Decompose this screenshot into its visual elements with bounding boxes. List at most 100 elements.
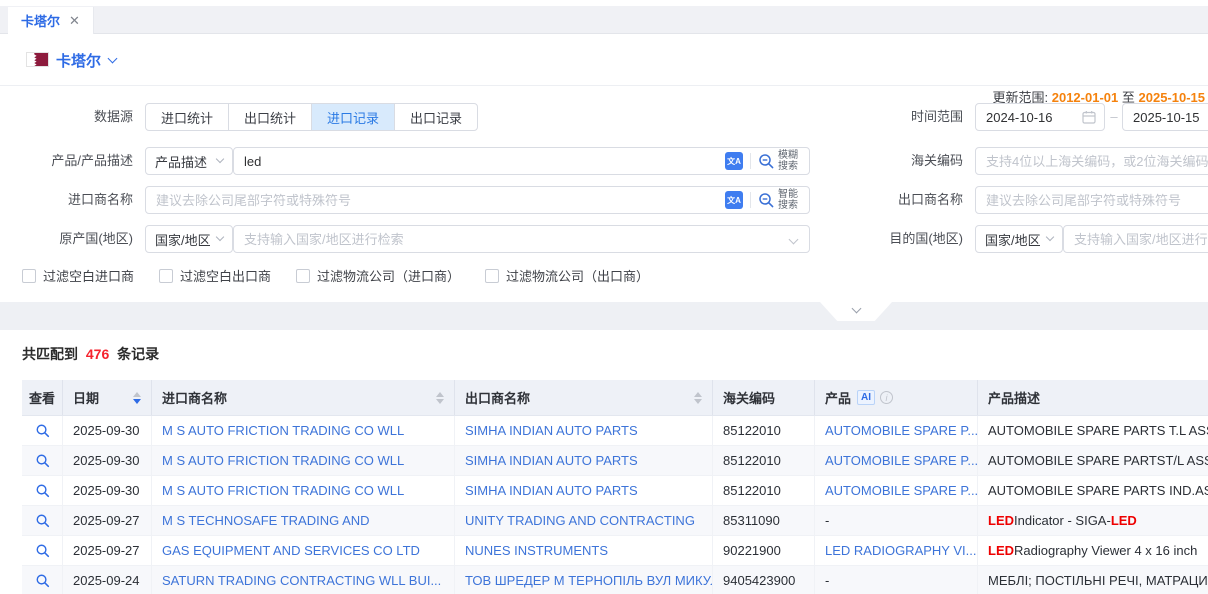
- column-label: 进口商名称: [162, 388, 227, 407]
- sort-desc-icon[interactable]: [694, 399, 702, 404]
- sort-control[interactable]: [688, 392, 702, 404]
- product-value[interactable]: AUTOMOBILE SPARE P...: [825, 453, 978, 468]
- date-cell: 2025-09-27: [63, 536, 152, 565]
- datasource-option[interactable]: 出口统计: [228, 103, 312, 131]
- importer-link[interactable]: M S AUTO FRICTION TRADING CO WLL: [162, 453, 404, 468]
- table-row: 2025-09-27 M S TECHNOSAFE TRADING AND UNIT…: [22, 506, 1208, 536]
- destination-country-field[interactable]: [1063, 225, 1208, 253]
- hs-code-label: 海关编码: [830, 147, 963, 175]
- header-divider: [0, 85, 1208, 86]
- filter-checkbox[interactable]: 过滤物流公司（进口商）: [296, 266, 460, 285]
- product-search-input[interactable]: [234, 154, 725, 169]
- view-record-icon[interactable]: [35, 453, 50, 468]
- destination-country-input[interactable]: [1064, 232, 1208, 247]
- product-type-value: 产品描述: [155, 152, 207, 171]
- product-value[interactable]: LED RADIOGRAPHY VI...: [825, 543, 976, 558]
- exporter-field[interactable]: [975, 186, 1208, 214]
- column-header[interactable]: 日期: [63, 380, 152, 415]
- exporter-link[interactable]: SIMHA INDIAN AUTO PARTS: [465, 453, 638, 468]
- date-from-field[interactable]: [975, 103, 1105, 131]
- checkbox-icon[interactable]: [485, 269, 499, 283]
- filter-checkbox[interactable]: 过滤空白出口商: [159, 266, 271, 285]
- sort-control[interactable]: [430, 392, 444, 404]
- view-record-icon[interactable]: [35, 483, 50, 498]
- checkbox-icon[interactable]: [22, 269, 36, 283]
- importer-search-field[interactable]: 文A 智能搜索: [145, 186, 810, 214]
- smart-search-label[interactable]: 智能搜索: [778, 189, 801, 212]
- exporter-link[interactable]: ТОВ ШРЕДЕР М ТЕРНОПІЛЬ ВУЛ МИКУЛИ...: [465, 573, 713, 588]
- view-record-icon[interactable]: [35, 543, 50, 558]
- product-cell: AUTOMOBILE SPARE P...: [815, 416, 978, 445]
- description-text: Radiography Viewer 4 x 16 inch: [1014, 543, 1197, 558]
- product-search-field[interactable]: 文A 模糊搜索: [233, 147, 810, 175]
- sort-asc-icon[interactable]: [436, 392, 444, 397]
- column-header[interactable]: 出口商名称: [455, 380, 713, 415]
- fuzzy-search-icon[interactable]: [758, 153, 775, 170]
- filter-checkbox[interactable]: 过滤空白进口商: [22, 266, 134, 285]
- date-to-field[interactable]: [1122, 103, 1208, 131]
- column-header[interactable]: 进口商名称: [152, 380, 455, 415]
- translate-icon[interactable]: 文A: [725, 152, 743, 170]
- exporter-link[interactable]: SIMHA INDIAN AUTO PARTS: [465, 483, 638, 498]
- view-record-icon[interactable]: [35, 573, 50, 588]
- collapse-panel-button[interactable]: [820, 302, 892, 321]
- destination-type-select[interactable]: 国家/地区: [975, 225, 1063, 253]
- chevron-down-icon: [108, 54, 118, 64]
- origin-type-value: 国家/地区: [155, 230, 211, 249]
- chevron-down-icon: [216, 233, 224, 241]
- description-cell: LED Indicator - SIGA-LED: [978, 506, 1208, 535]
- info-icon[interactable]: i: [880, 391, 893, 404]
- datasource-option[interactable]: 进口记录: [311, 103, 395, 131]
- view-record-icon[interactable]: [35, 423, 50, 438]
- product-type-select[interactable]: 产品描述: [145, 147, 233, 175]
- filter-checkbox[interactable]: 过滤物流公司（出口商）: [485, 266, 649, 285]
- fuzzy-search-label[interactable]: 模糊搜索: [778, 150, 801, 173]
- exporter-link[interactable]: UNITY TRADING AND CONTRACTING: [465, 513, 695, 528]
- results-panel: 共匹配到 476 条记录 查看日期进口商名称出口商名称海关编码产品AIi产品描述…: [0, 330, 1208, 594]
- view-record-icon[interactable]: [35, 513, 50, 528]
- checkbox-icon[interactable]: [296, 269, 310, 283]
- product-value[interactable]: AUTOMOBILE SPARE P...: [825, 483, 978, 498]
- datasource-option[interactable]: 进口统计: [145, 103, 229, 131]
- count-prefix: 共匹配到: [22, 346, 78, 362]
- importer-input[interactable]: [146, 193, 725, 208]
- smart-search-icon[interactable]: [758, 192, 775, 209]
- datasource-option[interactable]: 出口记录: [394, 103, 478, 131]
- column-label: 查看: [29, 388, 55, 407]
- origin-type-select[interactable]: 国家/地区: [145, 225, 233, 253]
- importer-link[interactable]: M S AUTO FRICTION TRADING CO WLL: [162, 483, 404, 498]
- origin-country-field[interactable]: [233, 225, 810, 253]
- date-cell: 2025-09-27: [63, 506, 152, 535]
- description-text: AUTOMOBILE SPARE PARTST/L ASSY ...: [988, 453, 1208, 468]
- importer-cell: M S AUTO FRICTION TRADING CO WLL: [152, 446, 455, 475]
- sort-asc-icon[interactable]: [694, 392, 702, 397]
- importer-link[interactable]: SATURN TRADING CONTRACTING WLL BUI...: [162, 573, 441, 588]
- translate-icon[interactable]: 文A: [725, 191, 743, 209]
- date-value: 2025-09-27: [73, 513, 140, 528]
- country-header[interactable]: 卡塔尔: [56, 50, 116, 71]
- hs-code-field[interactable]: [975, 147, 1208, 175]
- importer-link[interactable]: M S AUTO FRICTION TRADING CO WLL: [162, 423, 404, 438]
- checkbox-icon[interactable]: [159, 269, 173, 283]
- sort-desc-icon[interactable]: [133, 399, 141, 404]
- date-to-input[interactable]: [1123, 110, 1208, 125]
- date-from-input[interactable]: [976, 110, 1082, 125]
- sort-asc-icon[interactable]: [133, 392, 141, 397]
- hs-code-input[interactable]: [976, 154, 1208, 169]
- importer-link[interactable]: GAS EQUIPMENT AND SERVICES CO LTD: [162, 543, 420, 558]
- importer-cell: M S AUTO FRICTION TRADING CO WLL: [152, 476, 455, 505]
- exporter-link[interactable]: SIMHA INDIAN AUTO PARTS: [465, 423, 638, 438]
- exporter-input[interactable]: [976, 193, 1208, 208]
- exporter-link[interactable]: NUNES INSTRUMENTS: [465, 543, 608, 558]
- close-icon[interactable]: ✕: [69, 14, 80, 27]
- product-value[interactable]: AUTOMOBILE SPARE P...: [825, 423, 978, 438]
- sort-control[interactable]: [127, 392, 141, 404]
- importer-link[interactable]: M S TECHNOSAFE TRADING AND: [162, 513, 370, 528]
- calendar-icon[interactable]: [1082, 110, 1096, 124]
- divider: [750, 192, 751, 208]
- description-text: МЕБЛІ; ПОСТІЛЬНІ РЕЧІ, МАТРАЦИ,...: [988, 573, 1208, 588]
- column-header: 海关编码: [713, 380, 815, 415]
- origin-country-input[interactable]: [234, 232, 790, 247]
- tab-qatar[interactable]: 卡塔尔 ✕: [8, 7, 94, 34]
- sort-desc-icon[interactable]: [436, 399, 444, 404]
